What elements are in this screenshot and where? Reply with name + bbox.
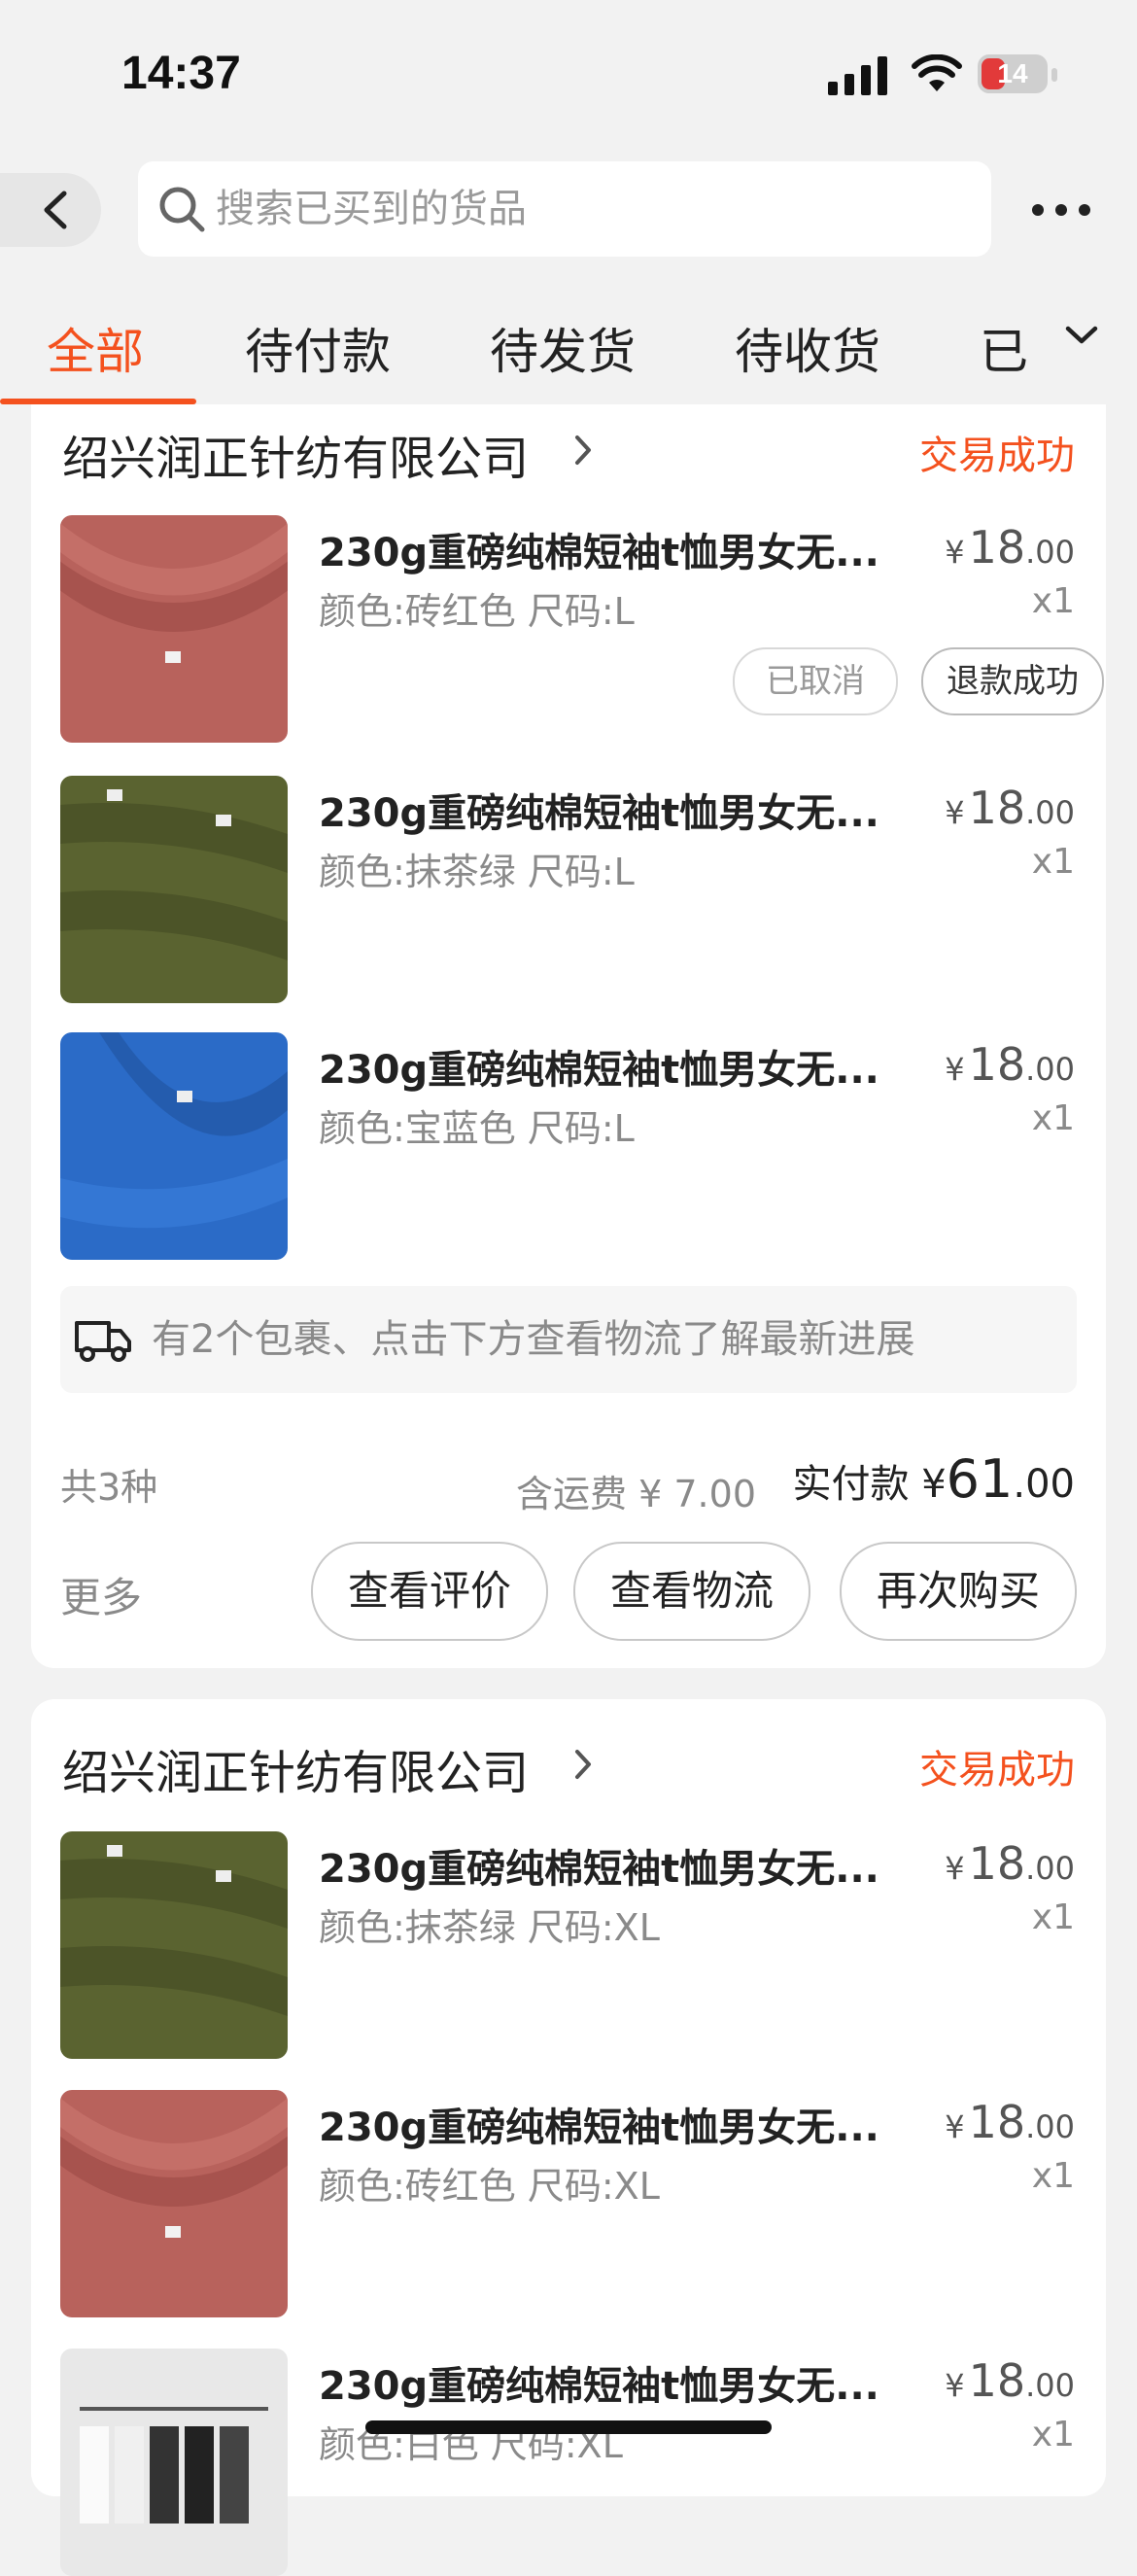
search-icon xyxy=(159,187,205,232)
battery-level: 14 xyxy=(997,58,1028,88)
logistics-notice[interactable]: 有2个包裹、点击下方查看物流了解最新进展 xyxy=(60,1286,1077,1393)
shipping-fee: 含运费 ¥ 7.00 xyxy=(516,1473,756,1515)
order-card[interactable]: 绍兴润正针纺有限公司 交易成功 230g重磅纯棉短袖t恤男女无... 颜色:砖红… xyxy=(31,404,1106,1668)
product-thumbnail[interactable] xyxy=(60,2349,288,2576)
search-placeholder: 搜索已买到的货品 xyxy=(216,187,527,231)
truck-icon xyxy=(75,1321,131,1362)
order-status: 交易成功 xyxy=(919,434,1075,478)
product-title: 230g重磅纯棉短袖t恤男女无... xyxy=(319,1847,879,1892)
order-item[interactable]: 230g重磅纯棉短袖t恤男女无... 颜色:白色 尺码:XL ¥18.00 x1 xyxy=(60,2349,1106,2576)
more-icon[interactable] xyxy=(1032,198,1092,220)
product-quantity: x1 xyxy=(1031,842,1075,882)
shop-name[interactable]: 绍兴润正针纺有限公司 xyxy=(62,1734,529,1802)
refund-success-tag[interactable]: 退款成功 xyxy=(921,647,1104,715)
buy-again-button[interactable]: 再次购买 xyxy=(840,1542,1077,1641)
product-spec: 颜色:砖红色 尺码:L xyxy=(319,590,635,633)
tab-more[interactable]: 已 xyxy=(980,313,1028,383)
chevron-right-icon[interactable] xyxy=(573,1748,593,1781)
order-card[interactable]: 绍兴润正针纺有限公司 交易成功 230g重磅纯棉短袖t恤男女无... 颜色:抹茶… xyxy=(31,1699,1106,2576)
order-item[interactable]: 230g重磅纯棉短袖t恤男女无... 颜色:宝蓝色 尺码:L ¥18.00 x1 xyxy=(60,1032,1106,1260)
order-item[interactable]: 230g重磅纯棉短袖t恤男女无... 颜色:抹茶绿 尺码:XL ¥18.00 x… xyxy=(60,1831,1106,2059)
chevron-right-icon[interactable] xyxy=(573,434,593,467)
shop-name[interactable]: 绍兴润正针纺有限公司 xyxy=(62,420,529,488)
order-item[interactable]: 230g重磅纯棉短袖t恤男女无... 颜色:砖红色 尺码:L ¥18.00 x1… xyxy=(60,515,1106,743)
product-title: 230g重磅纯棉短袖t恤男女无... xyxy=(319,1048,879,1093)
order-item[interactable]: 230g重磅纯棉短袖t恤男女无... 颜色:砖红色 尺码:XL ¥18.00 x… xyxy=(60,2090,1106,2317)
paid-amount: 实付款 ¥61.00 xyxy=(792,1448,1075,1510)
product-spec: 颜色:砖红色 尺码:XL xyxy=(319,2165,660,2208)
cellular-signal-icon xyxy=(828,56,887,95)
product-title: 230g重磅纯棉短袖t恤男女无... xyxy=(319,791,879,836)
product-price: ¥18.00 xyxy=(945,1038,1075,1091)
product-title: 230g重磅纯棉短袖t恤男女无... xyxy=(319,531,879,575)
chevron-left-icon xyxy=(44,191,67,229)
product-quantity: x1 xyxy=(1031,581,1075,621)
wifi-icon xyxy=(912,54,962,91)
search-input[interactable]: 搜索已买到的货品 xyxy=(138,161,991,257)
product-spec: 颜色:宝蓝色 尺码:L xyxy=(319,1107,635,1150)
product-title: 230g重磅纯棉短袖t恤男女无... xyxy=(319,2364,879,2409)
view-logistics-button[interactable]: 查看物流 xyxy=(573,1542,810,1641)
battery-icon: 14 xyxy=(978,54,1057,95)
product-price: ¥18.00 xyxy=(945,782,1075,834)
more-link[interactable]: 更多 xyxy=(60,1565,142,1624)
tab-pending-receipt[interactable]: 待收货 xyxy=(735,313,880,383)
back-button[interactable] xyxy=(0,173,101,247)
tab-pending-payment[interactable]: 待付款 xyxy=(245,313,391,383)
tab-all[interactable]: 全部 xyxy=(47,313,144,383)
product-thumbnail[interactable] xyxy=(60,2090,288,2317)
product-quantity: x1 xyxy=(1031,2156,1075,2196)
product-quantity: x1 xyxy=(1031,1897,1075,1937)
product-title: 230g重磅纯棉短袖t恤男女无... xyxy=(319,2106,879,2150)
product-thumbnail[interactable] xyxy=(60,1032,288,1260)
home-indicator[interactable] xyxy=(365,2420,772,2434)
product-price: ¥18.00 xyxy=(945,1837,1075,1890)
product-quantity: x1 xyxy=(1031,2415,1075,2454)
tab-bar: 全部 待付款 待发货 待收货 已 xyxy=(0,292,1137,404)
order-status: 交易成功 xyxy=(919,1748,1075,1793)
product-price: ¥18.00 xyxy=(945,521,1075,574)
product-price: ¥18.00 xyxy=(945,2354,1075,2407)
product-price: ¥18.00 xyxy=(945,2096,1075,2148)
status-time: 14:37 xyxy=(121,48,241,99)
view-review-button[interactable]: 查看评价 xyxy=(311,1542,548,1641)
cancelled-tag[interactable]: 已取消 xyxy=(733,647,898,715)
product-spec: 颜色:抹茶绿 尺码:XL xyxy=(319,1906,660,1949)
product-thumbnail[interactable] xyxy=(60,776,288,1003)
product-quantity: x1 xyxy=(1031,1098,1075,1138)
item-count: 共3种 xyxy=(60,1466,158,1509)
product-spec: 颜色:抹茶绿 尺码:L xyxy=(319,851,635,893)
logistics-text: 有2个包裹、点击下方查看物流了解最新进展 xyxy=(152,1317,915,1362)
chevron-down-icon[interactable] xyxy=(1065,325,1098,346)
product-thumbnail[interactable] xyxy=(60,1831,288,2059)
product-thumbnail[interactable] xyxy=(60,515,288,743)
order-item[interactable]: 230g重磅纯棉短袖t恤男女无... 颜色:抹茶绿 尺码:L ¥18.00 x1 xyxy=(60,776,1106,1003)
tab-pending-shipment[interactable]: 待发货 xyxy=(490,313,636,383)
